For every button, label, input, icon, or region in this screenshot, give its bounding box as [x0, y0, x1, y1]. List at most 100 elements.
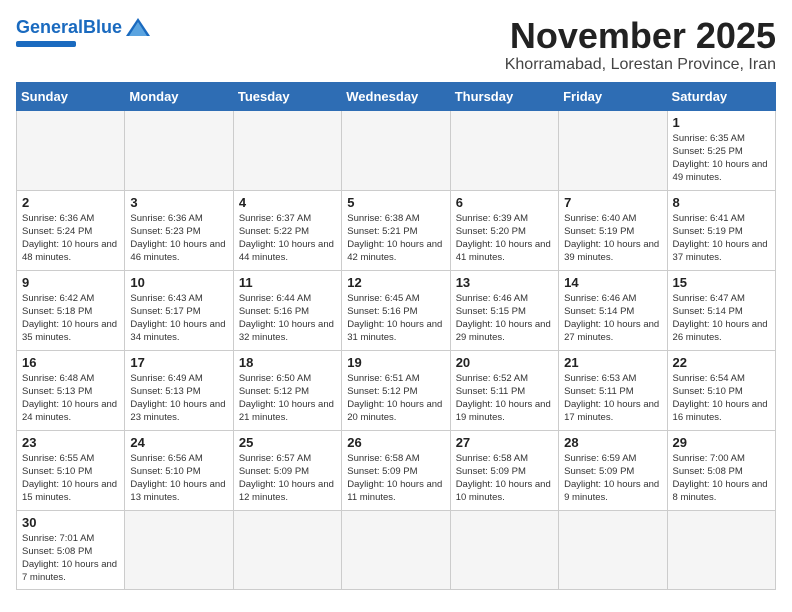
calendar-cell: 21 Sunrise: 6:53 AM Sunset: 5:11 PM Dayli…	[559, 350, 667, 430]
day-info: Sunrise: 6:47 AM Sunset: 5:14 PM Dayligh…	[673, 292, 770, 345]
calendar-cell: 13 Sunrise: 6:46 AM Sunset: 5:15 PM Dayli…	[450, 270, 558, 350]
day-number: 13	[456, 275, 553, 290]
calendar-cell: 1 Sunrise: 6:35 AM Sunset: 5:25 PM Daylig…	[667, 110, 775, 190]
calendar-week-row: 1 Sunrise: 6:35 AM Sunset: 5:25 PM Daylig…	[17, 110, 776, 190]
day-number: 1	[673, 115, 770, 130]
day-number: 17	[130, 355, 227, 370]
day-number: 18	[239, 355, 336, 370]
calendar-cell: 15Sunrise: 6:47 AM Sunset: 5:14 PM Dayli…	[667, 270, 775, 350]
day-number: 2	[22, 195, 119, 210]
calendar-cell: 19Sunrise: 6:51 AM Sunset: 5:12 PM Dayli…	[342, 350, 450, 430]
day-number: 22	[673, 355, 770, 370]
calendar-body: 1 Sunrise: 6:35 AM Sunset: 5:25 PM Daylig…	[17, 110, 776, 589]
calendar-cell	[233, 110, 341, 190]
calendar-cell	[667, 510, 775, 589]
weekday-header: Sunday	[17, 82, 125, 110]
day-info: Sunrise: 6:55 AM Sunset: 5:10 PM Dayligh…	[22, 452, 119, 505]
day-info: Sunrise: 6:51 AM Sunset: 5:12 PM Dayligh…	[347, 372, 444, 425]
day-number: 11	[239, 275, 336, 290]
calendar-cell: 29 Sunrise: 7:00 AM Sunset: 5:08 PM Dayli…	[667, 430, 775, 510]
day-number: 29	[673, 435, 770, 450]
day-info: Sunrise: 6:50 AM Sunset: 5:12 PM Dayligh…	[239, 372, 336, 425]
day-number: 12	[347, 275, 444, 290]
weekday-header: Wednesday	[342, 82, 450, 110]
day-info: Sunrise: 6:43 AM Sunset: 5:17 PM Dayligh…	[130, 292, 227, 345]
location-title: Khorramabad, Lorestan Province, Iran	[505, 56, 776, 74]
day-info: Sunrise: 6:45 AM Sunset: 5:16 PM Dayligh…	[347, 292, 444, 345]
calendar-header: SundayMondayTuesdayWednesdayThursdayFrid…	[17, 82, 776, 110]
day-info: Sunrise: 7:01 AM Sunset: 5:08 PM Dayligh…	[22, 532, 119, 585]
calendar-cell	[450, 510, 558, 589]
calendar-cell: 10Sunrise: 6:43 AM Sunset: 5:17 PM Dayli…	[125, 270, 233, 350]
calendar-cell: 5 Sunrise: 6:38 AM Sunset: 5:21 PM Daylig…	[342, 190, 450, 270]
day-number: 24	[130, 435, 227, 450]
day-number: 21	[564, 355, 661, 370]
header: GeneralBlue November 2025 Khorramabad, L…	[16, 16, 776, 74]
calendar-cell	[342, 510, 450, 589]
day-number: 28	[564, 435, 661, 450]
calendar-cell: 18 Sunrise: 6:50 AM Sunset: 5:12 PM Dayli…	[233, 350, 341, 430]
day-number: 4	[239, 195, 336, 210]
day-number: 25	[239, 435, 336, 450]
day-info: Sunrise: 6:56 AM Sunset: 5:10 PM Dayligh…	[130, 452, 227, 505]
calendar-cell	[233, 510, 341, 589]
calendar-cell: 17Sunrise: 6:49 AM Sunset: 5:13 PM Dayli…	[125, 350, 233, 430]
day-info: Sunrise: 6:36 AM Sunset: 5:24 PM Dayligh…	[22, 212, 119, 265]
calendar-cell: 6 Sunrise: 6:39 AM Sunset: 5:20 PM Daylig…	[450, 190, 558, 270]
calendar-cell	[342, 110, 450, 190]
calendar-cell: 20Sunrise: 6:52 AM Sunset: 5:11 PM Dayli…	[450, 350, 558, 430]
weekday-header: Monday	[125, 82, 233, 110]
day-number: 20	[456, 355, 553, 370]
day-number: 30	[22, 515, 119, 530]
day-number: 16	[22, 355, 119, 370]
day-number: 23	[22, 435, 119, 450]
day-number: 8	[673, 195, 770, 210]
calendar-cell: 14Sunrise: 6:46 AM Sunset: 5:14 PM Dayli…	[559, 270, 667, 350]
calendar-cell	[125, 510, 233, 589]
day-info: Sunrise: 6:46 AM Sunset: 5:15 PM Dayligh…	[456, 292, 553, 345]
calendar-cell: 11Sunrise: 6:44 AM Sunset: 5:16 PM Dayli…	[233, 270, 341, 350]
calendar-cell	[125, 110, 233, 190]
weekday-header: Saturday	[667, 82, 775, 110]
day-info: Sunrise: 6:58 AM Sunset: 5:09 PM Dayligh…	[456, 452, 553, 505]
day-number: 5	[347, 195, 444, 210]
calendar-week-row: 30 Sunrise: 7:01 AM Sunset: 5:08 PM Dayli…	[17, 510, 776, 589]
logo-text: GeneralBlue	[16, 18, 122, 36]
calendar-cell	[450, 110, 558, 190]
day-info: Sunrise: 6:48 AM Sunset: 5:13 PM Dayligh…	[22, 372, 119, 425]
day-info: Sunrise: 6:38 AM Sunset: 5:21 PM Dayligh…	[347, 212, 444, 265]
day-info: Sunrise: 6:42 AM Sunset: 5:18 PM Dayligh…	[22, 292, 119, 345]
calendar-cell: 12 Sunrise: 6:45 AM Sunset: 5:16 PM Dayli…	[342, 270, 450, 350]
calendar-cell: 26Sunrise: 6:58 AM Sunset: 5:09 PM Dayli…	[342, 430, 450, 510]
day-info: Sunrise: 6:35 AM Sunset: 5:25 PM Dayligh…	[673, 132, 770, 185]
calendar-week-row: 9 Sunrise: 6:42 AM Sunset: 5:18 PM Daylig…	[17, 270, 776, 350]
calendar-cell: 7 Sunrise: 6:40 AM Sunset: 5:19 PM Daylig…	[559, 190, 667, 270]
calendar-cell: 23 Sunrise: 6:55 AM Sunset: 5:10 PM Dayli…	[17, 430, 125, 510]
calendar-cell: 4 Sunrise: 6:37 AM Sunset: 5:22 PM Daylig…	[233, 190, 341, 270]
calendar-cell: 27Sunrise: 6:58 AM Sunset: 5:09 PM Dayli…	[450, 430, 558, 510]
day-info: Sunrise: 6:37 AM Sunset: 5:22 PM Dayligh…	[239, 212, 336, 265]
logo-bar	[16, 41, 76, 47]
calendar-cell: 9 Sunrise: 6:42 AM Sunset: 5:18 PM Daylig…	[17, 270, 125, 350]
day-number: 26	[347, 435, 444, 450]
day-info: Sunrise: 6:40 AM Sunset: 5:19 PM Dayligh…	[564, 212, 661, 265]
day-number: 6	[456, 195, 553, 210]
day-number: 7	[564, 195, 661, 210]
month-title: November 2025	[505, 16, 776, 56]
calendar-week-row: 16 Sunrise: 6:48 AM Sunset: 5:13 PM Dayli…	[17, 350, 776, 430]
day-info: Sunrise: 6:36 AM Sunset: 5:23 PM Dayligh…	[130, 212, 227, 265]
calendar: SundayMondayTuesdayWednesdayThursdayFrid…	[16, 82, 776, 590]
weekday-row: SundayMondayTuesdayWednesdayThursdayFrid…	[17, 82, 776, 110]
day-number: 9	[22, 275, 119, 290]
day-info: Sunrise: 6:39 AM Sunset: 5:20 PM Dayligh…	[456, 212, 553, 265]
calendar-cell	[559, 110, 667, 190]
logo-blue: Blue	[83, 17, 122, 37]
calendar-cell: 24 Sunrise: 6:56 AM Sunset: 5:10 PM Dayli…	[125, 430, 233, 510]
day-info: Sunrise: 7:00 AM Sunset: 5:08 PM Dayligh…	[673, 452, 770, 505]
logo-icon	[124, 16, 152, 38]
calendar-cell: 8Sunrise: 6:41 AM Sunset: 5:19 PM Daylig…	[667, 190, 775, 270]
day-info: Sunrise: 6:53 AM Sunset: 5:11 PM Dayligh…	[564, 372, 661, 425]
logo-general: General	[16, 17, 83, 37]
calendar-cell	[559, 510, 667, 589]
calendar-cell: 25Sunrise: 6:57 AM Sunset: 5:09 PM Dayli…	[233, 430, 341, 510]
